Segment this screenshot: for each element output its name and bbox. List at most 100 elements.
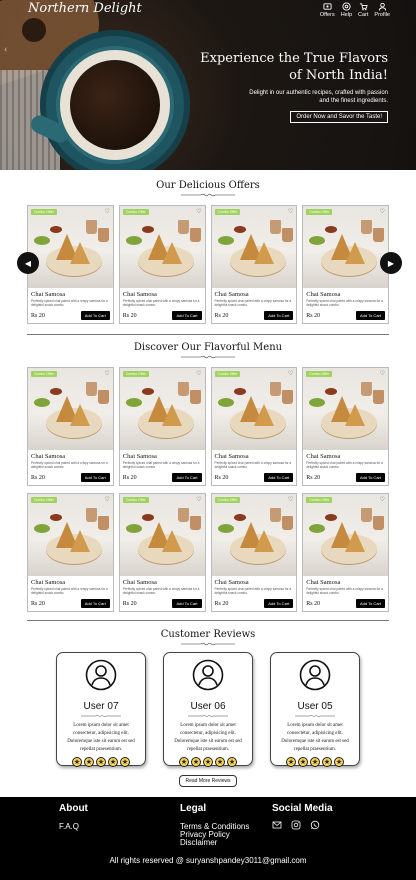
- add-to-cart-button[interactable]: Add To Cart: [264, 311, 294, 320]
- review-text: Lorem ipsum dolor sit amet consectetur, …: [174, 723, 242, 752]
- heart-icon[interactable]: ♡: [380, 208, 385, 215]
- heart-icon[interactable]: ♡: [288, 370, 293, 377]
- review-user: User 06: [190, 701, 226, 712]
- product-description: Perfectly spiced chai paired with a cris…: [31, 461, 108, 469]
- heart-icon[interactable]: ♡: [288, 496, 293, 503]
- product-card[interactable]: Combo Offer ♡ Chai Samosa Perfectly spic…: [118, 205, 206, 324]
- product-name: Chai Samosa: [31, 291, 66, 298]
- chevron-right-icon: ▶: [387, 258, 395, 268]
- product-card[interactable]: Combo Offer ♡ Chai Samosa Perfectly spic…: [210, 493, 298, 612]
- review-card: User 06 Lorem ipsum dolor sit amet conse…: [163, 652, 253, 767]
- add-to-cart-button[interactable]: Add To Cart: [172, 311, 202, 320]
- user-avatar-icon: [299, 659, 331, 691]
- add-to-cart-button[interactable]: Add To Cart: [172, 473, 202, 482]
- product-price: Rs 20: [31, 601, 45, 607]
- add-to-cart-button[interactable]: Add To Cart: [172, 599, 202, 608]
- product-card[interactable]: Combo Offer ♡ Chai Samosa Perfectly spic…: [27, 493, 114, 612]
- product-image: [303, 494, 389, 576]
- product-card[interactable]: Combo Offer ♡ Chai Samosa Perfectly spic…: [302, 367, 389, 486]
- tea-glass: [281, 390, 293, 404]
- product-card[interactable]: Combo Offer ♡ Chai Samosa Perfectly spic…: [210, 367, 298, 486]
- profile-icon: [378, 2, 386, 11]
- add-to-cart-button[interactable]: Add To Cart: [80, 599, 110, 608]
- carousel-prev-button[interactable]: ◀: [17, 252, 39, 274]
- read-more-reviews-button[interactable]: Read More Reviews: [179, 775, 237, 787]
- email-icon[interactable]: [272, 820, 282, 830]
- chutney-bowl: [325, 388, 338, 395]
- add-to-cart-button[interactable]: Add To Cart: [80, 473, 110, 482]
- add-to-cart-button[interactable]: Add To Cart: [264, 473, 294, 482]
- tea-glass: [177, 382, 189, 396]
- tea-glass: [269, 220, 281, 234]
- review-text: Lorem ipsum dolor sit amet consectetur, …: [281, 723, 349, 752]
- tea-glass: [189, 390, 201, 404]
- green-chutney: [217, 398, 234, 407]
- nav-help[interactable]: Help: [341, 2, 352, 18]
- add-to-cart-button[interactable]: Add To Cart: [355, 473, 385, 482]
- green-chutney: [125, 236, 142, 245]
- product-card[interactable]: Combo Offer ♡ Chai Samosa Perfectly spic…: [27, 205, 114, 324]
- product-image: [211, 494, 297, 576]
- star-icon: ★: [286, 757, 296, 767]
- tea-glass: [373, 390, 385, 404]
- product-price: Rs 20: [306, 475, 321, 481]
- product-card[interactable]: Combo Offer ♡ Chai Samosa Perfectly spic…: [302, 205, 389, 324]
- heart-icon[interactable]: ♡: [104, 496, 109, 503]
- heart-icon[interactable]: ♡: [104, 208, 109, 215]
- brand-logo[interactable]: Northern Delight: [28, 1, 142, 16]
- nav-offers-label: Offers: [319, 12, 335, 18]
- footer-link-disclaimer[interactable]: Disclaimer: [180, 839, 249, 847]
- heart-icon[interactable]: ♡: [104, 370, 109, 377]
- product-image: [28, 368, 113, 450]
- samosa: [161, 242, 182, 264]
- heart-icon[interactable]: ♡: [196, 496, 201, 503]
- carousel-next-button[interactable]: ▶: [380, 252, 402, 274]
- samosa: [70, 530, 90, 552]
- add-to-cart-button[interactable]: Add To Cart: [264, 599, 294, 608]
- nav-cart[interactable]: Cart: [358, 2, 368, 18]
- star-icon: ★: [298, 757, 308, 767]
- footer-social: Social Media: [272, 803, 333, 830]
- order-now-button[interactable]: Order Now and Savor the Taste!: [290, 111, 388, 123]
- add-to-cart-button[interactable]: Add To Cart: [80, 311, 110, 320]
- add-to-cart-button[interactable]: Add To Cart: [355, 311, 385, 320]
- heart-icon[interactable]: ♡: [380, 496, 385, 503]
- chevron-left-icon[interactable]: ‹: [4, 44, 7, 55]
- product-description: Perfectly spiced chai paired with a cris…: [122, 461, 200, 469]
- samosa: [345, 242, 366, 264]
- add-to-cart-button[interactable]: Add To Cart: [355, 599, 385, 608]
- nav-profile[interactable]: Profile: [374, 2, 390, 18]
- samosa: [253, 530, 274, 552]
- nav-offers[interactable]: Offers: [320, 2, 335, 18]
- cart-icon: [359, 3, 368, 11]
- heart-icon[interactable]: ♡: [380, 370, 385, 377]
- tea-glass: [86, 508, 97, 522]
- tea-glass: [281, 228, 293, 242]
- whatsapp-icon[interactable]: [310, 820, 320, 830]
- star-icon: ★: [227, 757, 237, 767]
- tea-glass: [373, 516, 385, 530]
- star-icon: ★: [215, 757, 225, 767]
- heart-icon[interactable]: ♡: [288, 208, 293, 215]
- hero-banner: Northern Delight Offers Help Cart Profil…: [0, 0, 416, 170]
- product-card[interactable]: Combo Offer ♡ Chai Samosa Perfectly spic…: [210, 205, 298, 324]
- heart-icon[interactable]: ♡: [196, 370, 201, 377]
- star-icon: ★: [191, 757, 201, 767]
- combo-offer-badge: Combo Offer: [122, 497, 149, 503]
- tea-glass: [177, 508, 189, 522]
- product-card[interactable]: Combo Offer ♡ Chai Samosa Perfectly spic…: [118, 367, 206, 486]
- star-icon: ★: [84, 757, 94, 767]
- reviews-title: Customer Reviews: [160, 629, 256, 640]
- tea-glass: [269, 508, 281, 522]
- tea-glass: [361, 220, 373, 234]
- product-card[interactable]: Combo Offer ♡ Chai Samosa Perfectly spic…: [27, 367, 114, 486]
- divider: [27, 620, 389, 621]
- product-description: Perfectly spiced chai paired with a cris…: [214, 299, 292, 307]
- heart-icon[interactable]: ♡: [196, 208, 201, 215]
- footer-link-faq[interactable]: F.A.Q: [59, 823, 88, 831]
- product-card[interactable]: Combo Offer ♡ Chai Samosa Perfectly spic…: [118, 493, 206, 612]
- product-card[interactable]: Combo Offer ♡ Chai Samosa Perfectly spic…: [302, 493, 389, 612]
- combo-offer-badge: Combo Offer: [214, 371, 241, 377]
- instagram-icon[interactable]: [291, 820, 301, 830]
- product-image: [211, 206, 297, 288]
